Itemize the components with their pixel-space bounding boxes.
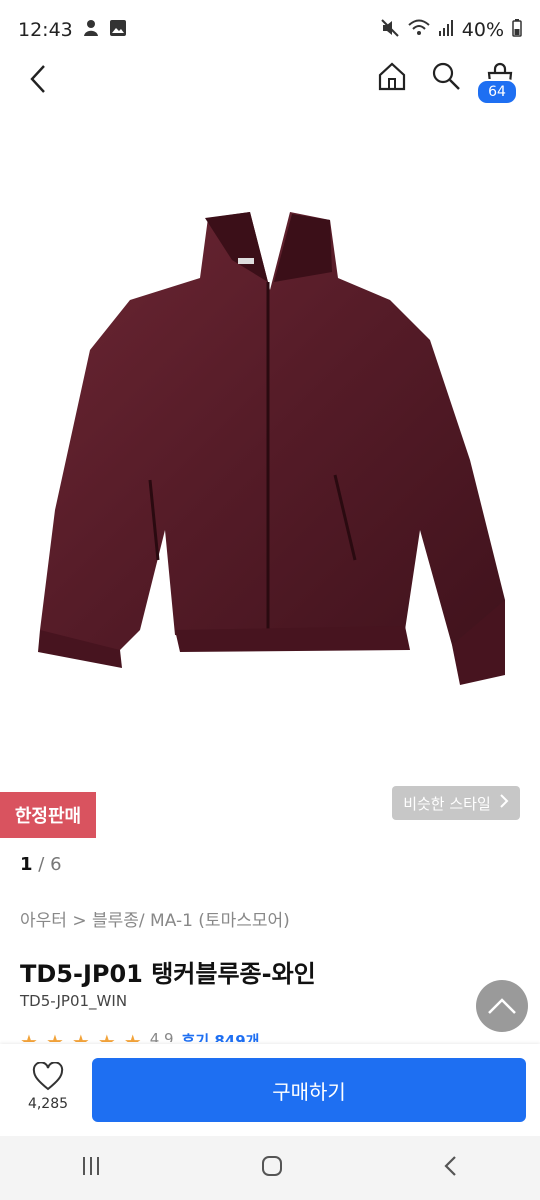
pager-total: 6 [50, 854, 62, 875]
image-pager: 1 / 6 [20, 854, 62, 875]
top-nav: 64 [0, 50, 540, 110]
product-image[interactable] [0, 130, 540, 770]
star-icon: ★ [97, 1030, 116, 1042]
status-right: 40% [380, 18, 522, 43]
buy-button[interactable]: 구매하기 [92, 1058, 526, 1122]
review-count[interactable]: 후기 849개 [182, 1030, 260, 1042]
chevron-right-icon [499, 794, 509, 812]
limited-sale-badge: 한정판매 [0, 792, 96, 838]
status-left: 12:43 [18, 18, 127, 43]
header-actions: 64 [376, 60, 518, 105]
rating-row[interactable]: ★ ★ ★ ★ ★ 4.9 후기 849개 [20, 1030, 259, 1042]
home-nav-icon[interactable] [260, 1154, 284, 1182]
pager-current: 1 [20, 854, 33, 875]
cart-icon[interactable]: 64 [476, 61, 518, 105]
gallery-notification-icon [109, 19, 127, 42]
product-code: TD5-JP01_WIN [20, 992, 128, 1010]
star-icon: ★ [45, 1030, 64, 1042]
cart-count-badge: 64 [476, 79, 518, 105]
star-icon: ★ [20, 1030, 38, 1042]
emoji-notification-icon [81, 18, 101, 43]
pager-separator: / [38, 854, 51, 875]
product-title: TD5-JP01 탱커블루종-와인 [20, 960, 316, 988]
back-icon[interactable] [22, 62, 56, 96]
battery-icon [512, 18, 522, 42]
back-nav-icon[interactable] [441, 1154, 461, 1182]
star-icon: ★ [123, 1030, 142, 1042]
rating-value: 4.9 [149, 1030, 174, 1042]
system-nav-bar [0, 1136, 540, 1200]
star-icon: ★ [71, 1030, 90, 1042]
similar-style-button[interactable]: 비슷한 스타일 [392, 786, 520, 820]
similar-style-label: 비슷한 스타일 [403, 794, 491, 813]
battery-text: 40% [461, 19, 504, 41]
scroll-to-top-button[interactable] [476, 980, 528, 1032]
like-count: 4,285 [27, 1096, 69, 1112]
like-button[interactable]: 4,285 [20, 1061, 76, 1112]
wifi-icon [408, 19, 430, 42]
breadcrumb[interactable]: 아우터 > 블루종/ MA-1 (토마스모어) [20, 906, 290, 931]
chevron-up-icon [488, 998, 516, 1014]
bottom-action-bar: 4,285 구매하기 [0, 1044, 540, 1136]
search-icon[interactable] [430, 60, 462, 96]
heart-icon [32, 1061, 64, 1091]
mute-icon [380, 18, 400, 43]
status-time: 12:43 [18, 19, 73, 41]
home-icon[interactable] [376, 60, 408, 96]
recent-apps-icon[interactable] [79, 1155, 103, 1181]
signal-icon [438, 19, 454, 42]
